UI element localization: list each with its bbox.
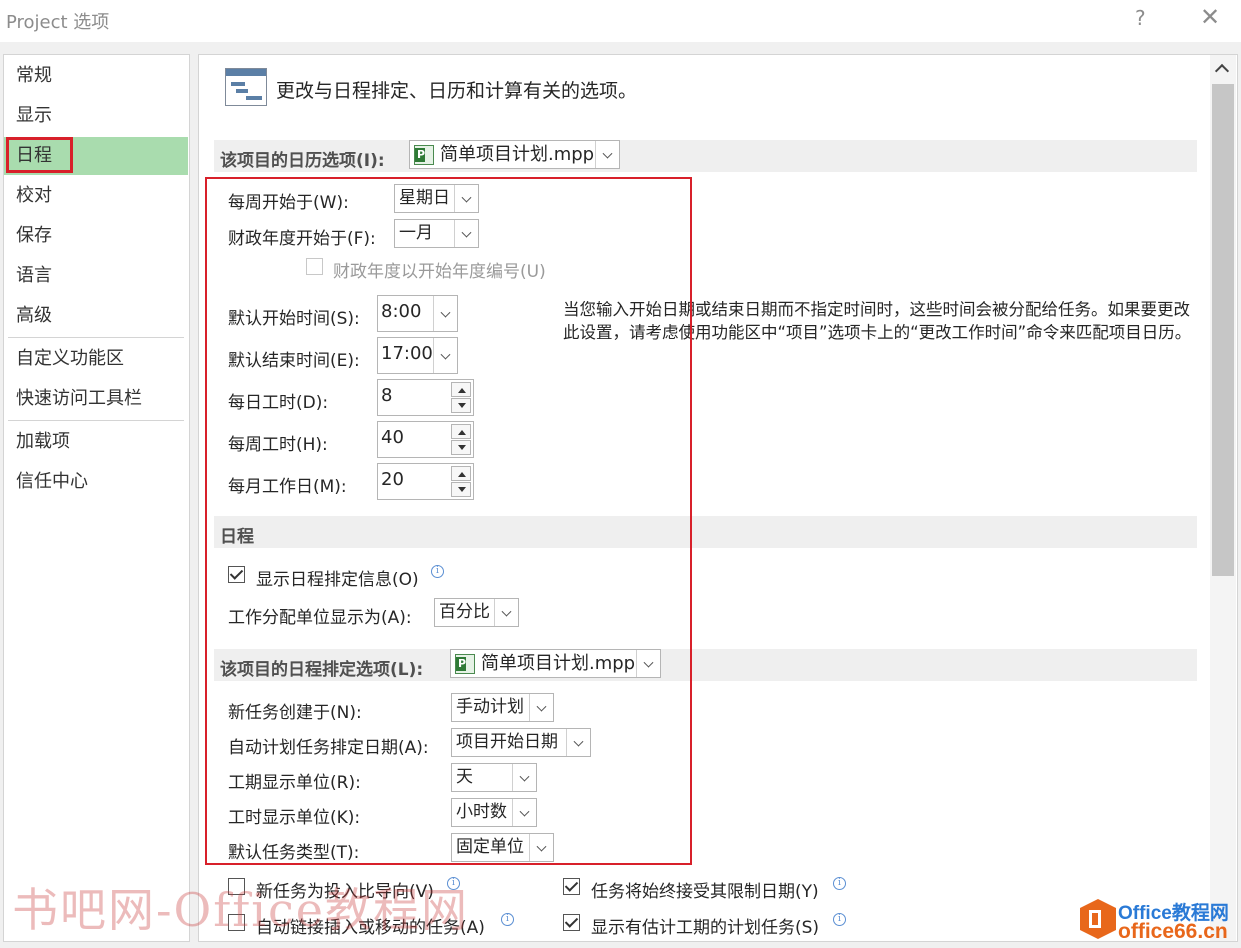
scrollbar-thumb[interactable] [1212, 84, 1234, 576]
calendar-project-select[interactable]: P 简单项目计划.mpp [409, 140, 620, 169]
honor-constraints-checkbox[interactable] [563, 878, 580, 895]
sidebar-item-quick-access-toolbar[interactable]: 快速访问工具栏 [4, 380, 188, 418]
show-estimated-label: 显示有估计工期的计划任务(S) [591, 918, 820, 938]
highlight-box [205, 177, 692, 865]
sidebar-item-advanced[interactable]: 高级 [4, 297, 188, 335]
calendar-options-label: 该项目的日历选项(I): [220, 151, 385, 171]
sidebar-item-proofing[interactable]: 校对 [4, 177, 188, 215]
title-bar: Project 选项 ? ✕ [0, 0, 1241, 42]
info-icon[interactable]: i [501, 913, 514, 926]
sidebar-item-display[interactable]: 显示 [4, 97, 188, 135]
sidebar-divider [8, 337, 184, 338]
project-file-icon: P [414, 145, 434, 165]
sidebar-item-customize-ribbon[interactable]: 自定义功能区 [4, 340, 188, 378]
chevron-down-icon [595, 141, 619, 168]
gantt-chart-icon [225, 68, 267, 106]
page-description: 更改与日程排定、日历和计算有关的选项。 [276, 80, 638, 102]
info-icon[interactable]: i [833, 913, 846, 926]
info-icon[interactable]: i [833, 877, 846, 890]
sidebar-item-general[interactable]: 常规 [4, 57, 188, 95]
close-button[interactable]: ✕ [1200, 3, 1220, 31]
window-title: Project 选项 [6, 12, 110, 33]
help-button[interactable]: ? [1135, 6, 1146, 30]
watermark-text: 书吧网-Office教程网 [12, 883, 470, 937]
logo-line-2: office66.cn [1118, 920, 1228, 943]
sidebar-divider [8, 420, 184, 421]
sidebar-highlight-box [6, 137, 73, 173]
sidebar-item-save[interactable]: 保存 [4, 217, 188, 255]
sidebar-item-add-ins[interactable]: 加载项 [4, 423, 188, 461]
scroll-up-icon[interactable] [1212, 60, 1234, 80]
honor-constraints-label: 任务将始终接受其限制日期(Y) [591, 882, 819, 902]
sidebar-item-language[interactable]: 语言 [4, 257, 188, 295]
office-logo-icon [1080, 899, 1116, 939]
sidebar-item-trust-center[interactable]: 信任中心 [4, 463, 188, 501]
calendar-project-value: 简单项目计划.mpp [440, 144, 595, 165]
show-estimated-checkbox[interactable] [563, 914, 580, 931]
